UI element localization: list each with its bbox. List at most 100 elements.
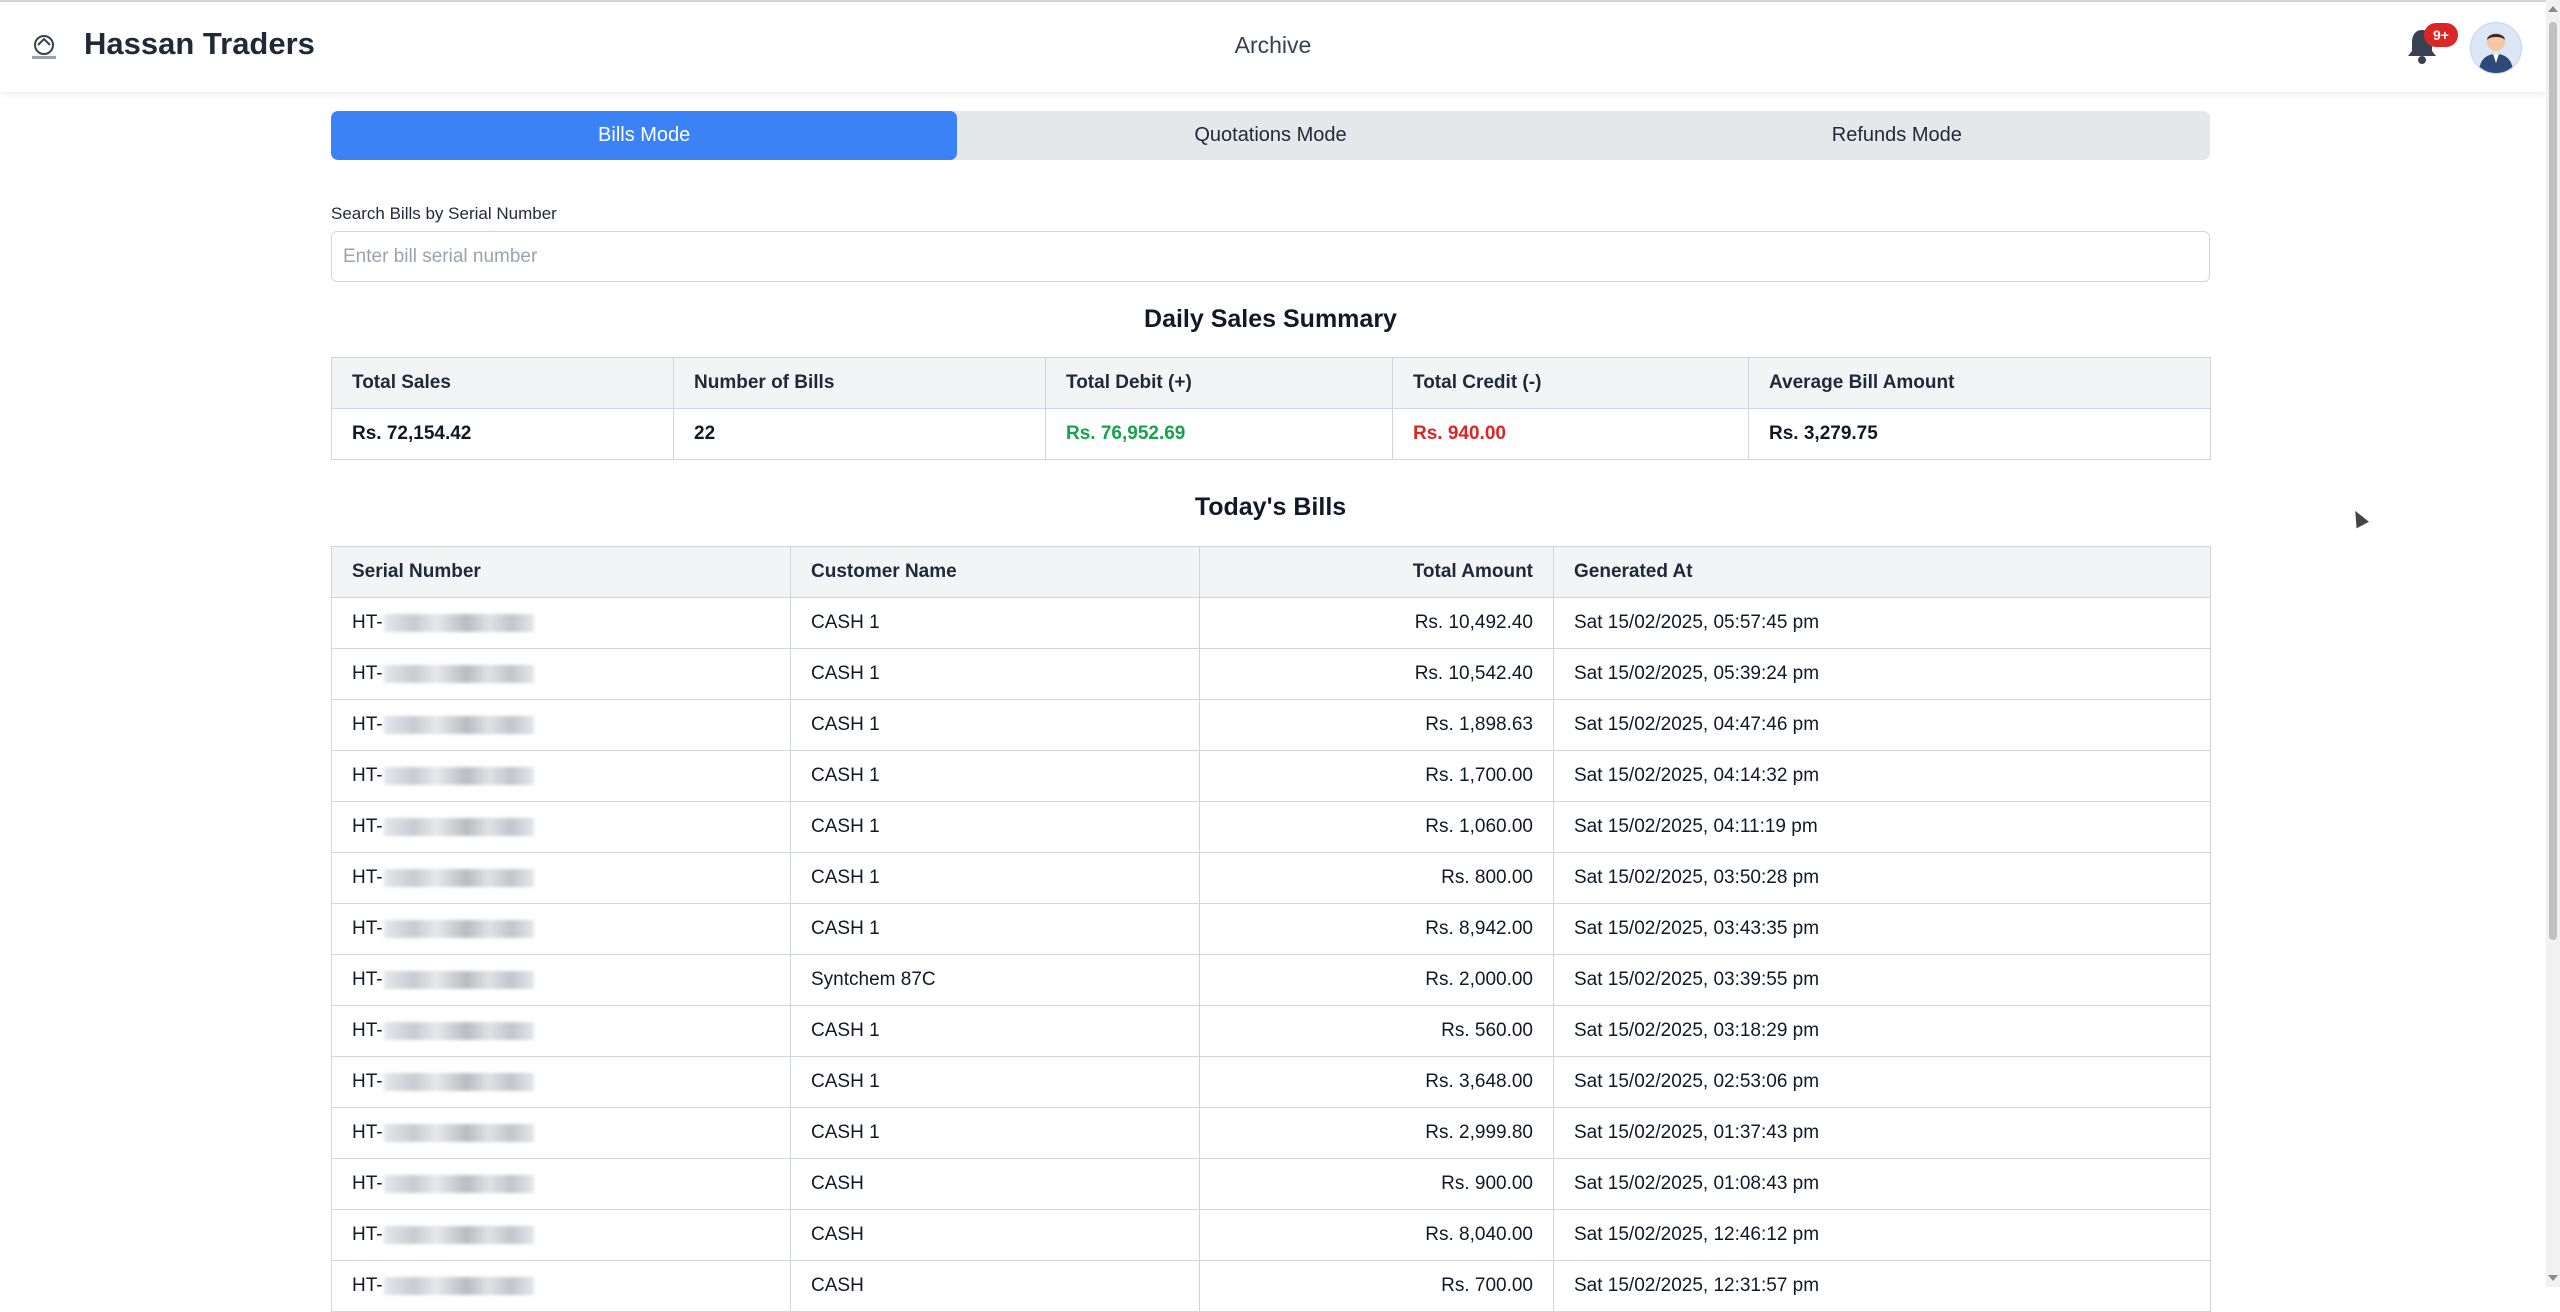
table-row[interactable]: HT- CASH 1 Rs. 2,999.80 Sat 15/02/2025, 01:… — [331, 1107, 2211, 1159]
total-amount-cell: Rs. 800.00 — [1199, 852, 1554, 904]
redacted-serial — [383, 1174, 534, 1193]
total-amount-cell: Rs. 1,700.00 — [1199, 750, 1554, 802]
generated-at-cell: Sat 15/02/2025, 04:11:19 pm — [1553, 801, 2211, 853]
summary-header-total-credit: Total Credit (-) — [1392, 357, 1749, 409]
serial-number-cell[interactable]: HT- — [331, 852, 791, 904]
generated-at-cell: Sat 15/02/2025, 03:43:35 pm — [1553, 903, 2211, 955]
customer-name-cell: CASH — [790, 1209, 1200, 1261]
table-row[interactable]: HT- Syntchem 87C Rs. 2,000.00 Sat 15/02/202… — [331, 954, 2211, 1006]
customer-name-cell: CASH — [790, 1260, 1200, 1312]
top-navbar: Hassan Traders Archive 9+ — [0, 0, 2546, 92]
serial-number-cell[interactable]: HT- — [331, 903, 791, 955]
serial-prefix: HT- — [352, 1122, 383, 1143]
search-input[interactable] — [331, 231, 2210, 282]
bills-table: Serial Number Customer Name Total Amount… — [331, 546, 2211, 1312]
serial-number-cell[interactable]: HT- — [331, 954, 791, 1006]
serial-number-cell[interactable]: HT- — [331, 750, 791, 802]
scroll-up-icon[interactable] — [2548, 6, 2558, 12]
serial-prefix: HT- — [352, 1173, 383, 1194]
serial-prefix: HT- — [352, 918, 383, 939]
serial-number-cell[interactable]: HT- — [331, 1056, 791, 1108]
header-serial-number: Serial Number — [331, 546, 791, 598]
serial-prefix: HT- — [352, 663, 383, 684]
serial-number-cell[interactable]: HT- — [331, 597, 791, 649]
serial-number-cell[interactable]: HT- — [331, 1260, 791, 1312]
customer-name-cell: CASH — [790, 1158, 1200, 1210]
total-amount-cell: Rs. 8,040.00 — [1199, 1209, 1554, 1261]
tab-bills-mode[interactable]: Bills Mode — [331, 111, 958, 160]
serial-number-cell[interactable]: HT- — [331, 1005, 791, 1057]
avatar-icon[interactable] — [2470, 22, 2522, 74]
generated-at-cell: Sat 15/02/2025, 04:14:32 pm — [1553, 750, 2211, 802]
table-row[interactable]: HT- CASH 1 Rs. 1,060.00 Sat 15/02/2025, 04:… — [331, 801, 2211, 853]
redacted-serial — [383, 868, 534, 887]
customer-name-cell: CASH 1 — [790, 1107, 1200, 1159]
customer-name-cell: CASH 1 — [790, 801, 1200, 853]
serial-number-cell[interactable]: HT- — [331, 1209, 791, 1261]
redacted-serial — [383, 1123, 534, 1142]
total-amount-cell: Rs. 560.00 — [1199, 1005, 1554, 1057]
table-row[interactable]: HT- CASH 1 Rs. 1,700.00 Sat 15/02/2025, 04:… — [331, 750, 2211, 802]
serial-number-cell[interactable]: HT- — [331, 699, 791, 751]
bills-title: Today's Bills — [1194, 493, 1347, 521]
table-row[interactable]: HT- CASH 1 Rs. 3,648.00 Sat 15/02/2025, 02:… — [331, 1056, 2211, 1108]
customer-name-cell: CASH 1 — [790, 699, 1200, 751]
serial-prefix: HT- — [352, 1071, 383, 1092]
header-total-amount: Total Amount — [1199, 546, 1554, 598]
serial-number-cell[interactable]: HT- — [331, 1107, 791, 1159]
search-label: Search Bills by Serial Number — [331, 204, 557, 223]
scroll-down-icon[interactable] — [2548, 1275, 2558, 1281]
scroll-thumb[interactable] — [2549, 22, 2557, 940]
table-row[interactable]: HT- CASH 1 Rs. 10,542.40 Sat 15/02/2025, 05… — [331, 648, 2211, 700]
total-amount-cell: Rs. 10,542.40 — [1199, 648, 1554, 700]
serial-prefix: HT- — [352, 714, 383, 735]
redacted-serial — [383, 1225, 534, 1244]
redacted-serial — [383, 715, 534, 734]
table-row[interactable]: HT- CASH 1 Rs. 560.00 Sat 15/02/2025, 03:18… — [331, 1005, 2211, 1057]
redacted-serial — [383, 919, 534, 938]
table-row[interactable]: HT- CASH Rs. 8,040.00 Sat 15/02/2025, 12:46… — [331, 1209, 2211, 1261]
serial-number-cell[interactable]: HT- — [331, 648, 791, 700]
serial-prefix: HT- — [352, 969, 383, 990]
customer-name-cell: CASH 1 — [790, 1005, 1200, 1057]
serial-number-cell[interactable]: HT- — [331, 1158, 791, 1210]
serial-prefix: HT- — [352, 1224, 383, 1245]
redacted-serial — [383, 1021, 534, 1040]
number-of-bills-value: 22 — [673, 408, 1046, 460]
table-row[interactable]: HT- CASH 1 Rs. 10,492.40 Sat 15/02/2025, 05… — [331, 597, 2211, 649]
table-row[interactable]: HT- CASH 1 Rs. 800.00 Sat 15/02/2025, 03:50… — [331, 852, 2211, 904]
generated-at-cell: Sat 15/02/2025, 01:37:43 pm — [1553, 1107, 2211, 1159]
total-sales-value: Rs. 72,154.42 — [331, 408, 674, 460]
generated-at-cell: Sat 15/02/2025, 01:08:43 pm — [1553, 1158, 2211, 1210]
table-row[interactable]: HT- CASH 1 Rs. 1,898.63 Sat 15/02/2025, 04:… — [331, 699, 2211, 751]
redacted-serial — [383, 766, 534, 785]
total-amount-cell: Rs. 900.00 — [1199, 1158, 1554, 1210]
table-row[interactable]: HT- CASH Rs. 900.00 Sat 15/02/2025, 01:08:4… — [331, 1158, 2211, 1210]
total-amount-cell: Rs. 8,942.00 — [1199, 903, 1554, 955]
generated-at-cell: Sat 15/02/2025, 03:50:28 pm — [1553, 852, 2211, 904]
total-amount-cell: Rs. 2,999.80 — [1199, 1107, 1554, 1159]
serial-prefix: HT- — [352, 867, 383, 888]
redacted-serial — [383, 664, 534, 683]
header-generated-at: Generated At — [1553, 546, 2211, 598]
summary-table: Total Sales Number of Bills Total Debit … — [331, 357, 2211, 460]
generated-at-cell: Sat 15/02/2025, 12:31:57 pm — [1553, 1260, 2211, 1312]
page-title: Archive — [1234, 32, 1312, 58]
customer-name-cell: Syntchem 87C — [790, 954, 1200, 1006]
tab-quotations-mode[interactable]: Quotations Mode — [957, 111, 1583, 160]
customer-name-cell: CASH 1 — [790, 903, 1200, 955]
serial-prefix: HT- — [352, 612, 383, 633]
total-debit-value: Rs. 76,952.69 — [1045, 408, 1393, 460]
page-scrollbar[interactable] — [2546, 0, 2560, 1287]
serial-number-cell[interactable]: HT- — [331, 801, 791, 853]
tab-refunds-mode[interactable]: Refunds Mode — [1584, 111, 2210, 160]
customer-name-cell: CASH 1 — [790, 852, 1200, 904]
serial-prefix: HT- — [352, 1275, 383, 1296]
serial-prefix: HT- — [352, 765, 383, 786]
header-customer-name: Customer Name — [790, 546, 1200, 598]
table-row[interactable]: HT- CASH 1 Rs. 8,942.00 Sat 15/02/2025, 03:… — [331, 903, 2211, 955]
redacted-serial — [383, 970, 534, 989]
redacted-serial — [383, 613, 534, 632]
table-row[interactable]: HT- CASH Rs. 700.00 Sat 15/02/2025, 12:31:5… — [331, 1260, 2211, 1312]
serial-prefix: HT- — [352, 816, 383, 837]
